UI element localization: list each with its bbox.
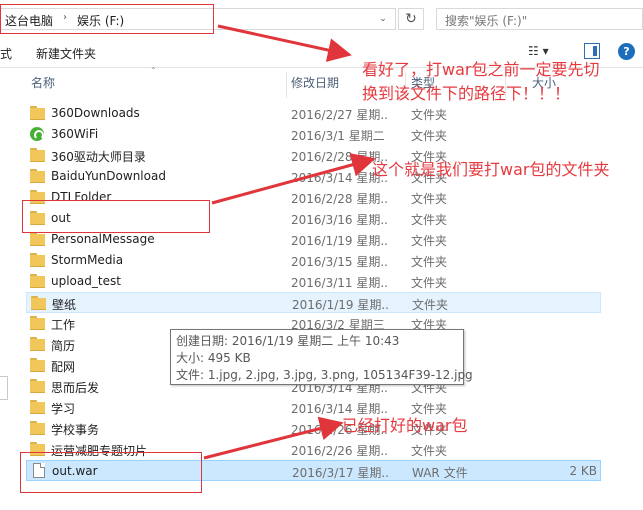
folder-icon bbox=[31, 296, 47, 310]
folder-icon bbox=[30, 358, 46, 372]
file-modified-date: 2016/3/1 星期二 ... bbox=[291, 129, 389, 143]
folder-icon bbox=[30, 148, 46, 162]
file-type: 文件夹 bbox=[412, 298, 449, 312]
folder-icon bbox=[30, 274, 46, 288]
folder-icon bbox=[30, 106, 46, 120]
file-type: 文件夹 bbox=[411, 213, 448, 227]
file-modified-date: 2016/2/26 星期... bbox=[291, 444, 389, 458]
file-type: 文件夹 bbox=[411, 108, 448, 122]
file-type: 文件夹 bbox=[411, 234, 448, 248]
file-row[interactable]: StormMedia 2016/3/15 星期... 文件夹 bbox=[26, 250, 601, 271]
file-type: 文件夹 bbox=[411, 255, 448, 269]
file-type: 文件夹 bbox=[411, 192, 448, 206]
annotation-note-switch-path-line2: 换到该文件下的路径下！！！ bbox=[362, 84, 571, 103]
new-folder-button[interactable]: 新建文件夹 bbox=[36, 45, 96, 62]
column-header-date[interactable]: 修改日期 bbox=[291, 74, 339, 96]
file-name: upload_test bbox=[51, 274, 121, 288]
toolbar-partial-label[interactable]: 式 bbox=[0, 45, 12, 62]
file-modified-date: 2016/2/28 星期... bbox=[291, 192, 389, 206]
folder-icon bbox=[30, 169, 46, 183]
folder-icon bbox=[30, 232, 46, 246]
file-size: 2 KB bbox=[569, 464, 597, 478]
file-modified-date: 2016/1/19 星期... bbox=[291, 234, 389, 248]
annotation-box-address bbox=[0, 4, 214, 34]
folder-icon bbox=[30, 253, 46, 267]
file-row[interactable]: 360WiFi 2016/3/1 星期二 ... 文件夹 bbox=[26, 124, 601, 145]
folder-icon bbox=[30, 316, 46, 330]
annotation-box-war-file bbox=[20, 452, 202, 493]
sort-ascending-icon: ⌃ bbox=[150, 66, 157, 75]
nav-scroll-marker[interactable] bbox=[0, 376, 8, 400]
file-name: 学习 bbox=[51, 402, 76, 416]
folder-icon bbox=[30, 337, 46, 351]
file-name: BaiduYunDownload bbox=[51, 169, 166, 183]
file-type: 文件夹 bbox=[411, 129, 448, 143]
file-modified-date: 2016/3/11 星期... bbox=[291, 276, 389, 290]
navigation-pane-edge[interactable] bbox=[0, 68, 10, 510]
folder-icon bbox=[30, 379, 46, 393]
column-header-name[interactable]: 名称 bbox=[31, 74, 55, 96]
refresh-icon[interactable]: ↻ bbox=[398, 8, 424, 30]
search-input[interactable]: 搜索"娱乐 (F:)" bbox=[436, 8, 643, 30]
file-name: 学校事务 bbox=[51, 423, 100, 437]
column-divider[interactable] bbox=[286, 72, 287, 98]
annotation-note-war-done: 已经打好的war包 bbox=[342, 416, 468, 435]
file-modified-date: 2016/2/27 星期... bbox=[291, 108, 389, 122]
preview-pane-icon[interactable] bbox=[584, 43, 600, 59]
folder-tooltip: 创建日期: 2016/1/19 星期二 上午 10:43 大小: 495 KB … bbox=[170, 329, 473, 385]
file-modified-date: 2016/3/17 星期... bbox=[292, 466, 390, 480]
file-type: 文件夹 bbox=[411, 276, 448, 290]
file-modified-date: 2016/3/15 星期... bbox=[291, 255, 389, 269]
file-name: 360驱动大师目录 bbox=[51, 150, 146, 164]
tooltip-size: 大小: 495 KB bbox=[176, 351, 251, 365]
file-row[interactable]: 学习 2016/3/14 星期... 文件夹 bbox=[26, 397, 601, 418]
file-name: 壁纸 bbox=[52, 298, 77, 312]
file-row[interactable]: upload_test 2016/3/11 星期... 文件夹 bbox=[26, 271, 601, 292]
file-row[interactable]: 360Downloads 2016/2/27 星期... 文件夹 bbox=[26, 103, 601, 124]
file-modified-date: 2016/1/19 星期... bbox=[292, 298, 390, 312]
annotation-note-switch-path-line1: 看好了，打war包之前一定要先切 bbox=[362, 60, 600, 79]
search-placeholder: 搜索"娱乐 (F:)" bbox=[445, 14, 528, 28]
file-type: WAR 文件 bbox=[412, 466, 468, 480]
file-modified-date: 2016/3/16 星期... bbox=[291, 213, 389, 227]
help-icon[interactable]: ? bbox=[618, 43, 635, 60]
file-name: 360Downloads bbox=[51, 106, 140, 120]
folder-icon bbox=[30, 400, 46, 414]
wifi-icon bbox=[30, 127, 44, 141]
file-name: StormMedia bbox=[51, 253, 124, 267]
annotation-box-out-folder bbox=[22, 200, 210, 233]
file-type: 文件夹 bbox=[411, 444, 448, 458]
folder-icon bbox=[30, 421, 46, 435]
tooltip-created: 创建日期: 2016/1/19 星期二 上午 10:43 bbox=[176, 334, 400, 348]
annotation-note-target-folder: 这个就是我们要打war包的文件夹 bbox=[372, 160, 610, 179]
chevron-down-icon[interactable]: ⌄ bbox=[373, 11, 393, 27]
file-name: PersonalMessage bbox=[51, 232, 155, 246]
tooltip-files: 文件: 1.jpg, 2.jpg, 3.jpg, 3.png, 105134F3… bbox=[176, 368, 473, 382]
file-row[interactable]: 壁纸 2016/1/19 星期... 文件夹 bbox=[26, 292, 601, 313]
file-row[interactable]: 学校事务 2016/2/26 星期... 文件夹 bbox=[26, 418, 601, 439]
file-name: 360WiFi bbox=[51, 127, 99, 141]
